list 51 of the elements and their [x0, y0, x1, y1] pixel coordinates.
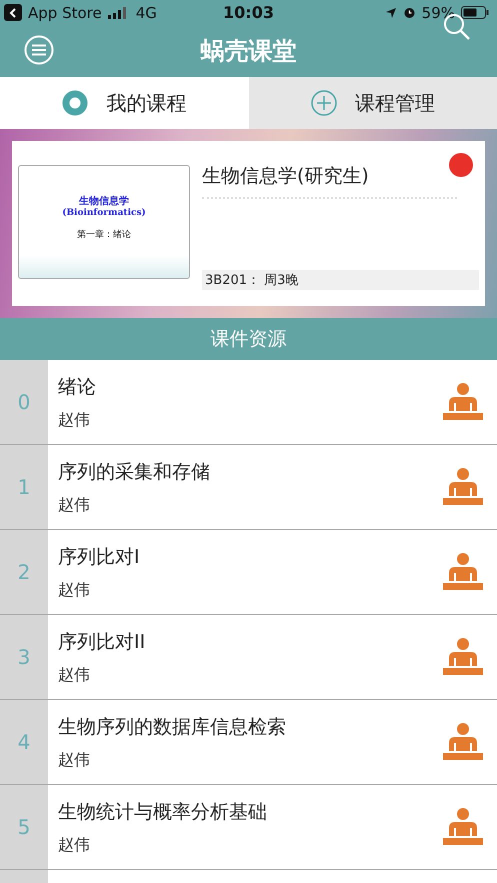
lecturer-icon [443, 808, 483, 846]
teacher-name: 赵伟 [58, 834, 91, 856]
tab[interactable]: 课程管理 [248, 77, 497, 129]
slide-title: 生物信息学 [79, 194, 129, 208]
teacher-name: 赵伟 [58, 750, 91, 770]
lesson-row[interactable]: 5 生物统计与概率分析基础 赵伟 [0, 785, 497, 870]
battery-label: 59% [422, 4, 455, 22]
lesson-number: 0 [0, 360, 48, 444]
teacher-name: 赵伟 [58, 494, 91, 516]
lesson-title: 生物序列的数据库信息检索 [58, 714, 287, 740]
lesson-number: 5 [0, 785, 48, 869]
section-header: 课件资源 [0, 318, 497, 360]
lesson-number: 4 [0, 700, 48, 784]
lecturer-icon [443, 723, 483, 761]
app-title: 蜗壳课堂 [200, 36, 296, 67]
alarm-icon [402, 6, 416, 19]
lesson-title: 序列的采集和存储 [58, 460, 211, 484]
lesson-title: 生物统计与概率分析基础 [58, 800, 268, 824]
back-app-label[interactable]: App Store [28, 4, 102, 22]
plus-icon [310, 90, 337, 116]
number-cell [0, 870, 48, 883]
location-icon [384, 6, 397, 18]
course-card[interactable]: 生物信息学 (Bioinformatics) 第一章：绪论 生物信息学(研究生) 3B201： 周3晚 [12, 141, 485, 306]
back-icon[interactable] [4, 4, 22, 21]
slide-subtitle: (Bioinformatics) [62, 208, 146, 218]
lecturer-icon [443, 638, 483, 676]
lesson-row[interactable]: 3 序列比对II 赵伟 [0, 615, 497, 700]
teacher-name: 赵伟 [58, 410, 91, 430]
lesson-title: 序列比对I [58, 544, 141, 570]
lesson-row[interactable]: 2 序列比对I 赵伟 [0, 530, 497, 615]
lesson-number: 3 [0, 615, 48, 699]
teacher-name: 赵伟 [58, 580, 91, 600]
lesson-title: 绪论 [58, 374, 97, 400]
lesson-number: 2 [0, 530, 48, 614]
lesson-row[interactable]: 1 序列的采集和存储 赵伟 [0, 445, 497, 530]
lesson-row[interactable]: 0 绪论 赵伟 [0, 360, 497, 445]
lesson-row[interactable]: 4 生物序列的数据库信息检索 赵伟 [0, 700, 497, 785]
menu-icon[interactable] [24, 35, 54, 65]
radio-icon [62, 90, 88, 116]
course-title: 生物信息学(研究生) [202, 164, 370, 189]
clock: 10:03 [223, 3, 274, 22]
lesson-title: 序列比对II [58, 630, 146, 654]
schedule-label: 3B201： 周3晚 [202, 270, 479, 290]
slide-chapter: 第一章：绪论 [77, 228, 131, 241]
network-label: 4G [136, 4, 157, 22]
teacher-name: 赵伟 [58, 664, 91, 686]
battery-icon [461, 6, 489, 19]
lesson-number: 1 [0, 445, 48, 529]
lecturer-icon [443, 553, 483, 591]
lecturer-icon [443, 383, 483, 421]
lecturer-icon [443, 468, 483, 506]
